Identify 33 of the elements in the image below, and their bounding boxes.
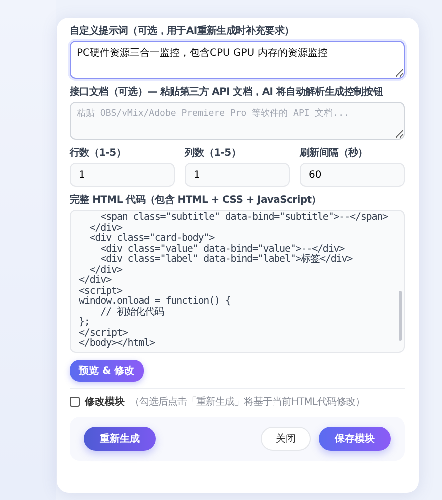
code-line: <div class="value" data-bind="value">--</div> xyxy=(100,244,345,254)
code-line: // 初始化代码 xyxy=(100,308,165,318)
field-label: 接口文档（可选）— 粘贴第三方 API 文档，AI 将自动解析生成控制按钮 xyxy=(70,85,384,99)
api-doc-field[interactable]: 粘贴 OBS/vMix/Adobe Premiere Pro 等软件的 API 文档... xyxy=(70,102,405,140)
code-line: </body></html> xyxy=(79,339,156,350)
checkbox[interactable] xyxy=(70,396,80,406)
field-label: 自定义提示词（可选，用于AI重新生成时补充要求） xyxy=(70,24,296,38)
code-line: </script> xyxy=(79,328,128,338)
regenerate-button[interactable]: 重新生成 xyxy=(84,426,156,450)
number-field[interactable]: 1 xyxy=(185,163,290,187)
code-line: window.onload = function() { xyxy=(79,297,232,307)
prompt-field[interactable]: PC硬件资源三合一监控，包含CPU GPU 内存的资源监控 xyxy=(70,41,405,79)
close-button[interactable]: 关闭 xyxy=(261,426,311,450)
preview-button[interactable]: 预览 & 修改 xyxy=(70,360,144,382)
code-editor[interactable] xyxy=(70,210,405,352)
save-button[interactable]: 保存模块 xyxy=(319,426,391,450)
field-label: 行数（1-5） xyxy=(70,146,127,160)
checkbox-label: 修改模块 xyxy=(85,396,125,408)
code-line: <div class="card-body"> xyxy=(88,234,216,244)
hint-text: （勾选后点击「重新生成」将基于当前HTML代码修改） xyxy=(130,396,365,408)
code-line: }; xyxy=(79,318,91,328)
field-label: 列数（1-5） xyxy=(185,146,242,160)
field-label: 完整 HTML 代码（包含 HTML + CSS + JavaScript） xyxy=(70,193,322,207)
code-line: <script> xyxy=(79,286,123,296)
code-line: </div> xyxy=(88,224,123,234)
number-field[interactable]: 60 xyxy=(300,163,405,187)
code-line: <span class="subtitle" data-bind="subtitle">--</span> xyxy=(100,213,390,223)
scrollbar-thumb[interactable] xyxy=(399,291,402,341)
code-line: <div class="label" data-bind="label">标签</div> xyxy=(100,255,354,265)
code-line: </div> xyxy=(90,266,124,276)
field-label: 刷新间隔（秒） xyxy=(300,146,369,160)
number-field[interactable]: 1 xyxy=(70,163,175,187)
code-line: </div> xyxy=(79,276,113,286)
